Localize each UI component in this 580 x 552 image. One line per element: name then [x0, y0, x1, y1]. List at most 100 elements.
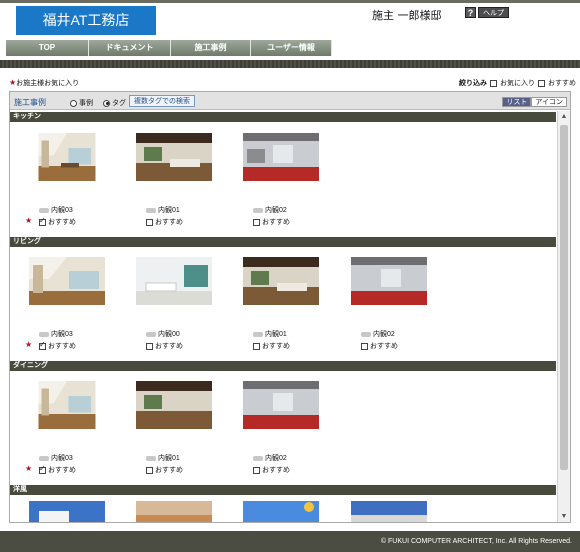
case-thumbnail[interactable]: [243, 257, 319, 305]
case-caption: 内観02: [361, 329, 395, 339]
radio-case-circle: [70, 99, 77, 107]
tab-icon[interactable]: アイコン: [531, 97, 567, 107]
tag-icon: [146, 455, 156, 461]
filter-label: 絞り込み: [459, 80, 487, 87]
scroll-thumb[interactable]: [560, 125, 568, 470]
recommend-checkbox[interactable]: [39, 216, 46, 226]
recommend-row: おすすめ: [253, 341, 290, 351]
case-caption: 内観01: [146, 453, 180, 463]
radio-case-label: 事例: [79, 100, 93, 107]
tag-icon: [146, 331, 156, 337]
top-border: [0, 0, 580, 3]
recommend-row: ★ おすすめ: [25, 216, 76, 227]
section-title-dining: ダイニング: [10, 361, 556, 371]
recommend-checkbox[interactable]: [39, 464, 46, 474]
recommend-row: ★ おすすめ: [25, 464, 76, 475]
recommend-checkbox[interactable]: [361, 342, 368, 350]
case-caption-text: 内観02: [265, 207, 287, 214]
tab-list[interactable]: リスト: [502, 97, 532, 107]
panel-header: 施工事例 事例 タグ 複数タグでの検索 リスト アイコン: [10, 92, 570, 110]
filter-recommended-checkbox[interactable]: [538, 79, 545, 87]
tag-icon: [146, 207, 156, 213]
recommend-checkbox[interactable]: [146, 466, 153, 474]
recommend-checkbox[interactable]: [253, 218, 260, 226]
owner-favorites-link[interactable]: ★ お施主様お気に入り: [9, 78, 79, 88]
case-caption: 内観03: [39, 453, 73, 463]
case-thumbnail[interactable]: [29, 501, 105, 523]
help-label: ヘルプ: [478, 6, 509, 18]
radio-case[interactable]: 事例: [70, 98, 93, 108]
recommend-checkbox[interactable]: [39, 340, 46, 350]
case-caption: 内観02: [253, 453, 287, 463]
footer-copyright: © FUKUI COMPUTER ARCHITECT, Inc. All Rig…: [0, 531, 580, 552]
help-button[interactable]: ? ヘルプ: [465, 6, 509, 18]
case-caption: 内観03: [39, 329, 73, 339]
scroll-up-icon[interactable]: ▲: [558, 111, 570, 123]
owner-name: 施主 一郎様邸: [372, 9, 442, 22]
case-thumbnail[interactable]: [243, 381, 319, 429]
case-caption-text: 内観01: [158, 207, 180, 214]
case-caption: 内観01: [253, 329, 287, 339]
star-icon: ★: [9, 78, 17, 87]
recommend-label: おすすめ: [369, 343, 398, 350]
case-thumbnail[interactable]: [136, 257, 212, 305]
cases-content: キッチン 内観03 ★ おすすめ 内観01 おすすめ: [10, 111, 556, 523]
case-caption: 内観02: [253, 205, 287, 215]
tag-icon: [39, 455, 49, 461]
case-thumbnail[interactable]: [29, 257, 105, 305]
case-caption: 内観00: [146, 329, 180, 339]
recommend-label: おすすめ: [47, 343, 76, 350]
tag-icon: [253, 331, 263, 337]
filter-bar: 絞り込み お気に入り おすすめ: [459, 78, 576, 88]
recommend-checkbox[interactable]: [253, 466, 260, 474]
filter-favorites-checkbox[interactable]: [490, 79, 497, 87]
case-caption-text: 内観02: [373, 331, 395, 338]
case-thumbnail[interactable]: [136, 133, 212, 181]
nav-construction-cases[interactable]: 施工事例: [171, 40, 251, 56]
case-thumbnail[interactable]: [29, 381, 105, 429]
recommend-label: おすすめ: [154, 343, 183, 350]
recommend-row: おすすめ: [361, 341, 398, 351]
recommend-label: おすすめ: [47, 219, 76, 226]
case-thumbnail[interactable]: [136, 501, 212, 523]
recommend-row: おすすめ: [253, 217, 290, 227]
panel-title: 施工事例: [14, 98, 46, 107]
case-thumbnail[interactable]: [243, 501, 319, 523]
recommend-checkbox[interactable]: [146, 218, 153, 226]
company-logo[interactable]: 福井AT工務店: [16, 6, 156, 35]
scroll-down-icon[interactable]: ▼: [558, 511, 570, 522]
case-caption-text: 内観00: [158, 331, 180, 338]
case-thumbnail[interactable]: [351, 257, 427, 305]
nav-user-info[interactable]: ユーザー情報: [251, 40, 332, 56]
recommend-label: おすすめ: [154, 219, 183, 226]
recommend-checkbox[interactable]: [253, 342, 260, 350]
case-thumbnail[interactable]: [351, 501, 427, 523]
tag-icon: [361, 331, 371, 337]
section-title-western: 洋風: [10, 485, 556, 495]
recommend-label: おすすめ: [261, 343, 290, 350]
multi-tag-search-button[interactable]: 複数タグでの検索: [129, 95, 195, 107]
filter-recommended-label: おすすめ: [548, 80, 576, 87]
radio-tag-label: タグ: [112, 100, 126, 107]
case-thumbnail[interactable]: [136, 381, 212, 429]
recommend-label: おすすめ: [154, 467, 183, 474]
nav-documents[interactable]: ドキュメント: [89, 40, 171, 56]
section-title-kitchen: キッチン: [10, 112, 556, 122]
vertical-scrollbar[interactable]: ▲ ▼: [557, 111, 570, 522]
view-tabs: リスト アイコン: [502, 97, 567, 107]
recommend-label: おすすめ: [47, 467, 76, 474]
case-caption: 内観01: [146, 205, 180, 215]
tag-icon: [39, 331, 49, 337]
recommend-row: おすすめ: [253, 465, 290, 475]
radio-tag[interactable]: タグ: [103, 98, 126, 108]
case-thumbnail[interactable]: [243, 133, 319, 181]
recommend-checkbox[interactable]: [146, 342, 153, 350]
case-caption-text: 内観03: [51, 455, 73, 462]
case-caption-text: 内観01: [158, 455, 180, 462]
case-thumbnail[interactable]: [29, 133, 105, 181]
favorite-star-icon: ★: [25, 464, 33, 473]
main-nav: TOP ドキュメント 施工事例 ユーザー情報: [6, 40, 332, 56]
tag-icon: [39, 207, 49, 213]
recommend-label: おすすめ: [261, 467, 290, 474]
nav-top[interactable]: TOP: [6, 40, 89, 56]
